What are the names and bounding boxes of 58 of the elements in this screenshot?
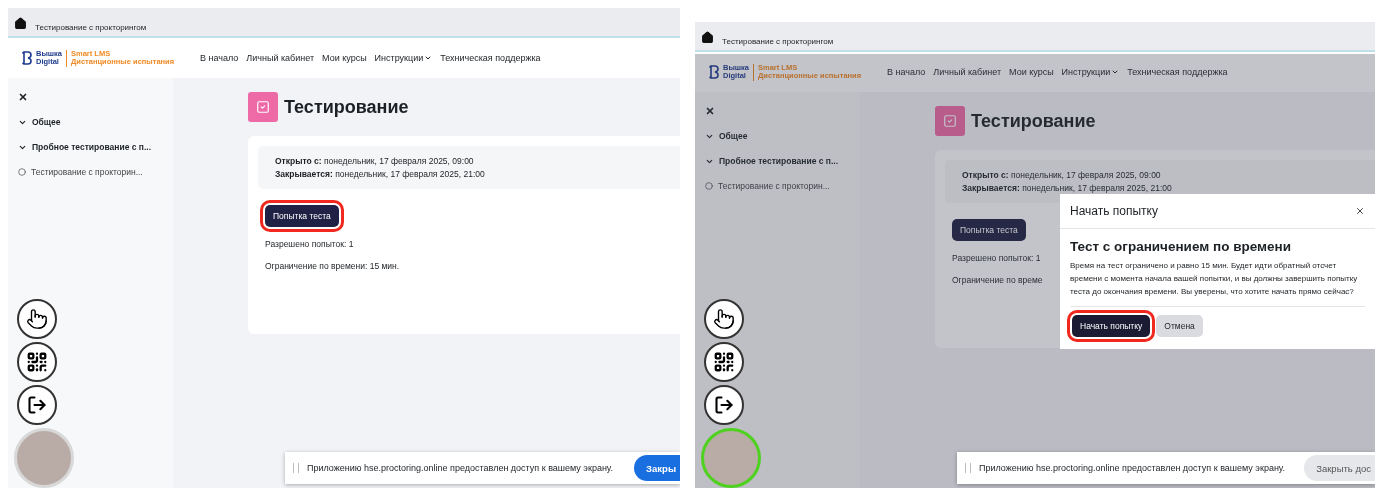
nav-link[interactable]: Инструкции (374, 53, 433, 63)
circle-icon (705, 182, 713, 190)
nav-link[interactable]: Инструкции (1061, 67, 1120, 77)
close-banner-button[interactable]: Закрыть дос (1304, 455, 1375, 481)
nav-link[interactable]: Мои курсы (1009, 67, 1054, 77)
close-icon[interactable] (705, 106, 715, 116)
dialog-heading: Тест с ограничением по времени (1070, 239, 1292, 254)
close-icon[interactable] (18, 92, 28, 102)
sidebar-item[interactable]: Тестирование с прокторин... (18, 167, 173, 177)
page-title: Тестирование (971, 110, 1096, 132)
info-text: Разрешено попыток: 1 (265, 239, 354, 249)
nav-link[interactable]: В начало (200, 53, 239, 63)
banner-text: Приложению hse.proctoring.online предоставлен доступ к вашему экрану. (979, 463, 1285, 473)
nav-link[interactable]: Техническая поддержка (1127, 67, 1228, 77)
home-icon[interactable] (701, 31, 714, 44)
nav-link[interactable]: Техническая поддержка (440, 53, 541, 63)
logo-icon (22, 51, 32, 65)
sidebar-item[interactable]: Общее (18, 117, 173, 127)
breadcrumb-title: Тестирование с прокторингом (722, 37, 834, 46)
info-text: Разрешено попыток: 1 (952, 253, 1041, 263)
nav-link[interactable]: Личный кабинет (933, 67, 1002, 77)
nav-link[interactable]: Мои курсы (322, 53, 367, 63)
banner-text: Приложению hse.proctoring.online предоставлен доступ к вашему экрану. (307, 463, 613, 473)
hand-pointer-icon (713, 308, 735, 330)
qr-code-icon (26, 351, 48, 373)
chevron-icon (1111, 68, 1120, 76)
home-icon[interactable] (14, 17, 27, 30)
breadcrumb-title: Тестирование с прокторингом (35, 23, 147, 32)
info-text: Ограничение по времени: 15 мин. (265, 261, 400, 271)
qr-code-icon (713, 351, 735, 373)
sidebar-item[interactable]: Пробное тестирование с п... (705, 156, 860, 166)
sidebar-item[interactable]: Тестирование с прокторин... (705, 181, 860, 191)
info-text: Ограничение по време (952, 275, 1043, 285)
cancel-button[interactable]: Отмена (1156, 315, 1203, 338)
dialog-text: Время на тест ограничено и равно 15 мин. Будет идти обратный отсчет времени с момента начала вашей попытки, и вы должны завершить попытку теста до окончания времени. Вы уверены, что хотите начать прямо сейчас? (1070, 260, 1359, 298)
attempt-button[interactable]: Попытка теста (952, 219, 1026, 241)
circle-icon (18, 168, 26, 176)
chevron-icon (424, 54, 433, 62)
page-title: Тестирование (284, 96, 409, 118)
nav-link[interactable]: В начало (887, 67, 926, 77)
door-exit-icon (714, 395, 734, 415)
date-text: Закрывается: понедельник, 17 февраля 2025, 21:00 (275, 169, 486, 179)
close-icon[interactable] (1355, 206, 1365, 216)
date-text: Открыто с: понедельник, 17 февраля 2025, 09:00 (962, 170, 1162, 180)
sidebar-item[interactable]: Общее (705, 131, 860, 141)
sidebar-item[interactable]: Пробное тестирование с п... (18, 142, 173, 152)
hand-pointer-icon (26, 308, 48, 330)
dialog-title: Начать попытку (1070, 204, 1158, 218)
logo-icon (709, 65, 719, 79)
date-text: Закрывается: понедельник, 17 февраля 2025, 21:00 (962, 183, 1173, 193)
nav-link[interactable]: Личный кабинет (246, 53, 315, 63)
door-exit-icon (27, 395, 47, 415)
date-text: Открыто с: понедельник, 17 февраля 2025, 09:00 (275, 156, 475, 166)
grip-icon (965, 463, 971, 473)
checkbox-icon (935, 106, 965, 136)
grip-icon (293, 463, 299, 473)
checkbox-icon (248, 92, 278, 122)
close-banner-button[interactable]: Закры (634, 455, 680, 481)
